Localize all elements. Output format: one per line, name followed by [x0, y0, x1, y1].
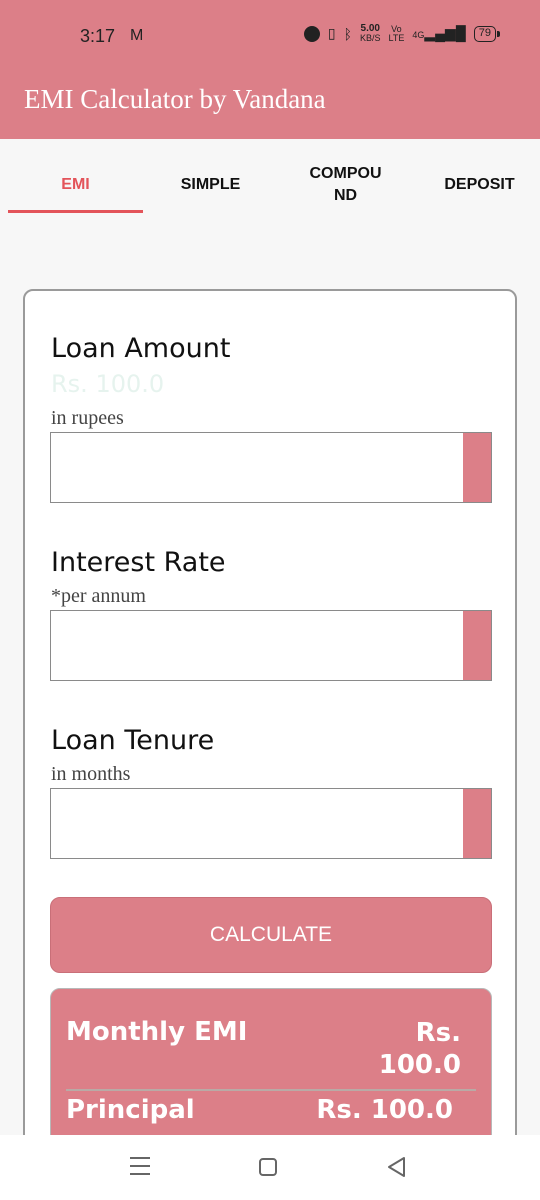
interest-rate-hint: *per annum — [51, 585, 146, 607]
volte-indicator: Vo LTE — [388, 23, 405, 43]
loan-tenure-label: Loan Tenure — [51, 725, 215, 756]
result-divider — [66, 1089, 476, 1091]
tab-simple[interactable]: SIMPLE — [143, 139, 278, 231]
monthly-emi-label: Monthly EMI — [66, 1017, 248, 1047]
battery-icon: 79 — [473, 25, 501, 42]
loan-tenure-field-box — [50, 788, 492, 859]
status-bar: 3:17 M ▯ ᛒ 5.00 KB/S Vo LTE 4G▂▄▆█ 79 — [0, 0, 540, 70]
result-panel: Monthly EMI Rs. 100.0 Principal Rs. 100.… — [50, 988, 492, 1147]
emi-form-card: Loan Amount Rs. 100.0 in rupees Interest… — [23, 289, 517, 1149]
network-speed: 5.00 KB/S — [360, 23, 381, 43]
loan-tenure-hint: in months — [51, 763, 131, 785]
principal-label: Principal — [66, 1095, 195, 1125]
interest-rate-label: Interest Rate — [51, 547, 226, 578]
vibrate-icon: ▯ — [327, 25, 336, 41]
back-icon[interactable] — [386, 1156, 406, 1178]
tab-emi[interactable]: EMI — [8, 139, 143, 231]
alarm-icon — [303, 25, 320, 42]
loan-tenure-side-bar — [463, 789, 491, 858]
tab-compound[interactable]: COMPOU ND — [278, 139, 413, 231]
tab-bar: EMI SIMPLE COMPOU ND DEPOSIT — [0, 139, 540, 231]
tab-deposit[interactable]: DEPOSIT — [412, 139, 540, 231]
recent-apps-icon[interactable] — [130, 1157, 150, 1175]
interest-rate-input[interactable] — [51, 611, 463, 679]
status-time: 3:17 — [80, 26, 116, 46]
signal-icon: 4G▂▄▆█ — [412, 25, 466, 41]
loan-amount-side-bar — [463, 433, 491, 502]
loan-amount-field-box — [50, 432, 492, 503]
gmail-icon: M — [130, 27, 144, 44]
system-nav-bar — [0, 1135, 540, 1200]
home-icon[interactable] — [259, 1158, 277, 1176]
principal-value: Rs. 100.0 — [316, 1095, 453, 1125]
calculate-button[interactable]: CALCULATE — [50, 897, 492, 973]
loan-amount-label: Loan Amount — [51, 333, 231, 364]
app-bar: EMI Calculator by Vandana — [0, 70, 540, 139]
interest-rate-side-bar — [463, 611, 491, 680]
app-title: EMI Calculator by Vandana — [24, 84, 326, 114]
interest-rate-field-box — [50, 610, 492, 681]
tab-indicator — [8, 210, 143, 213]
status-icons: ▯ ᛒ 5.00 KB/S Vo LTE 4G▂▄▆█ 79 — [303, 23, 501, 43]
loan-amount-hint: in rupees — [51, 407, 124, 429]
bluetooth-icon: ᛒ — [343, 25, 352, 42]
monthly-emi-value: Rs. 100.0 — [378, 1018, 461, 1080]
loan-tenure-input[interactable] — [51, 789, 463, 857]
loan-amount-preview: Rs. 100.0 — [51, 370, 165, 398]
loan-amount-input[interactable] — [51, 433, 463, 501]
